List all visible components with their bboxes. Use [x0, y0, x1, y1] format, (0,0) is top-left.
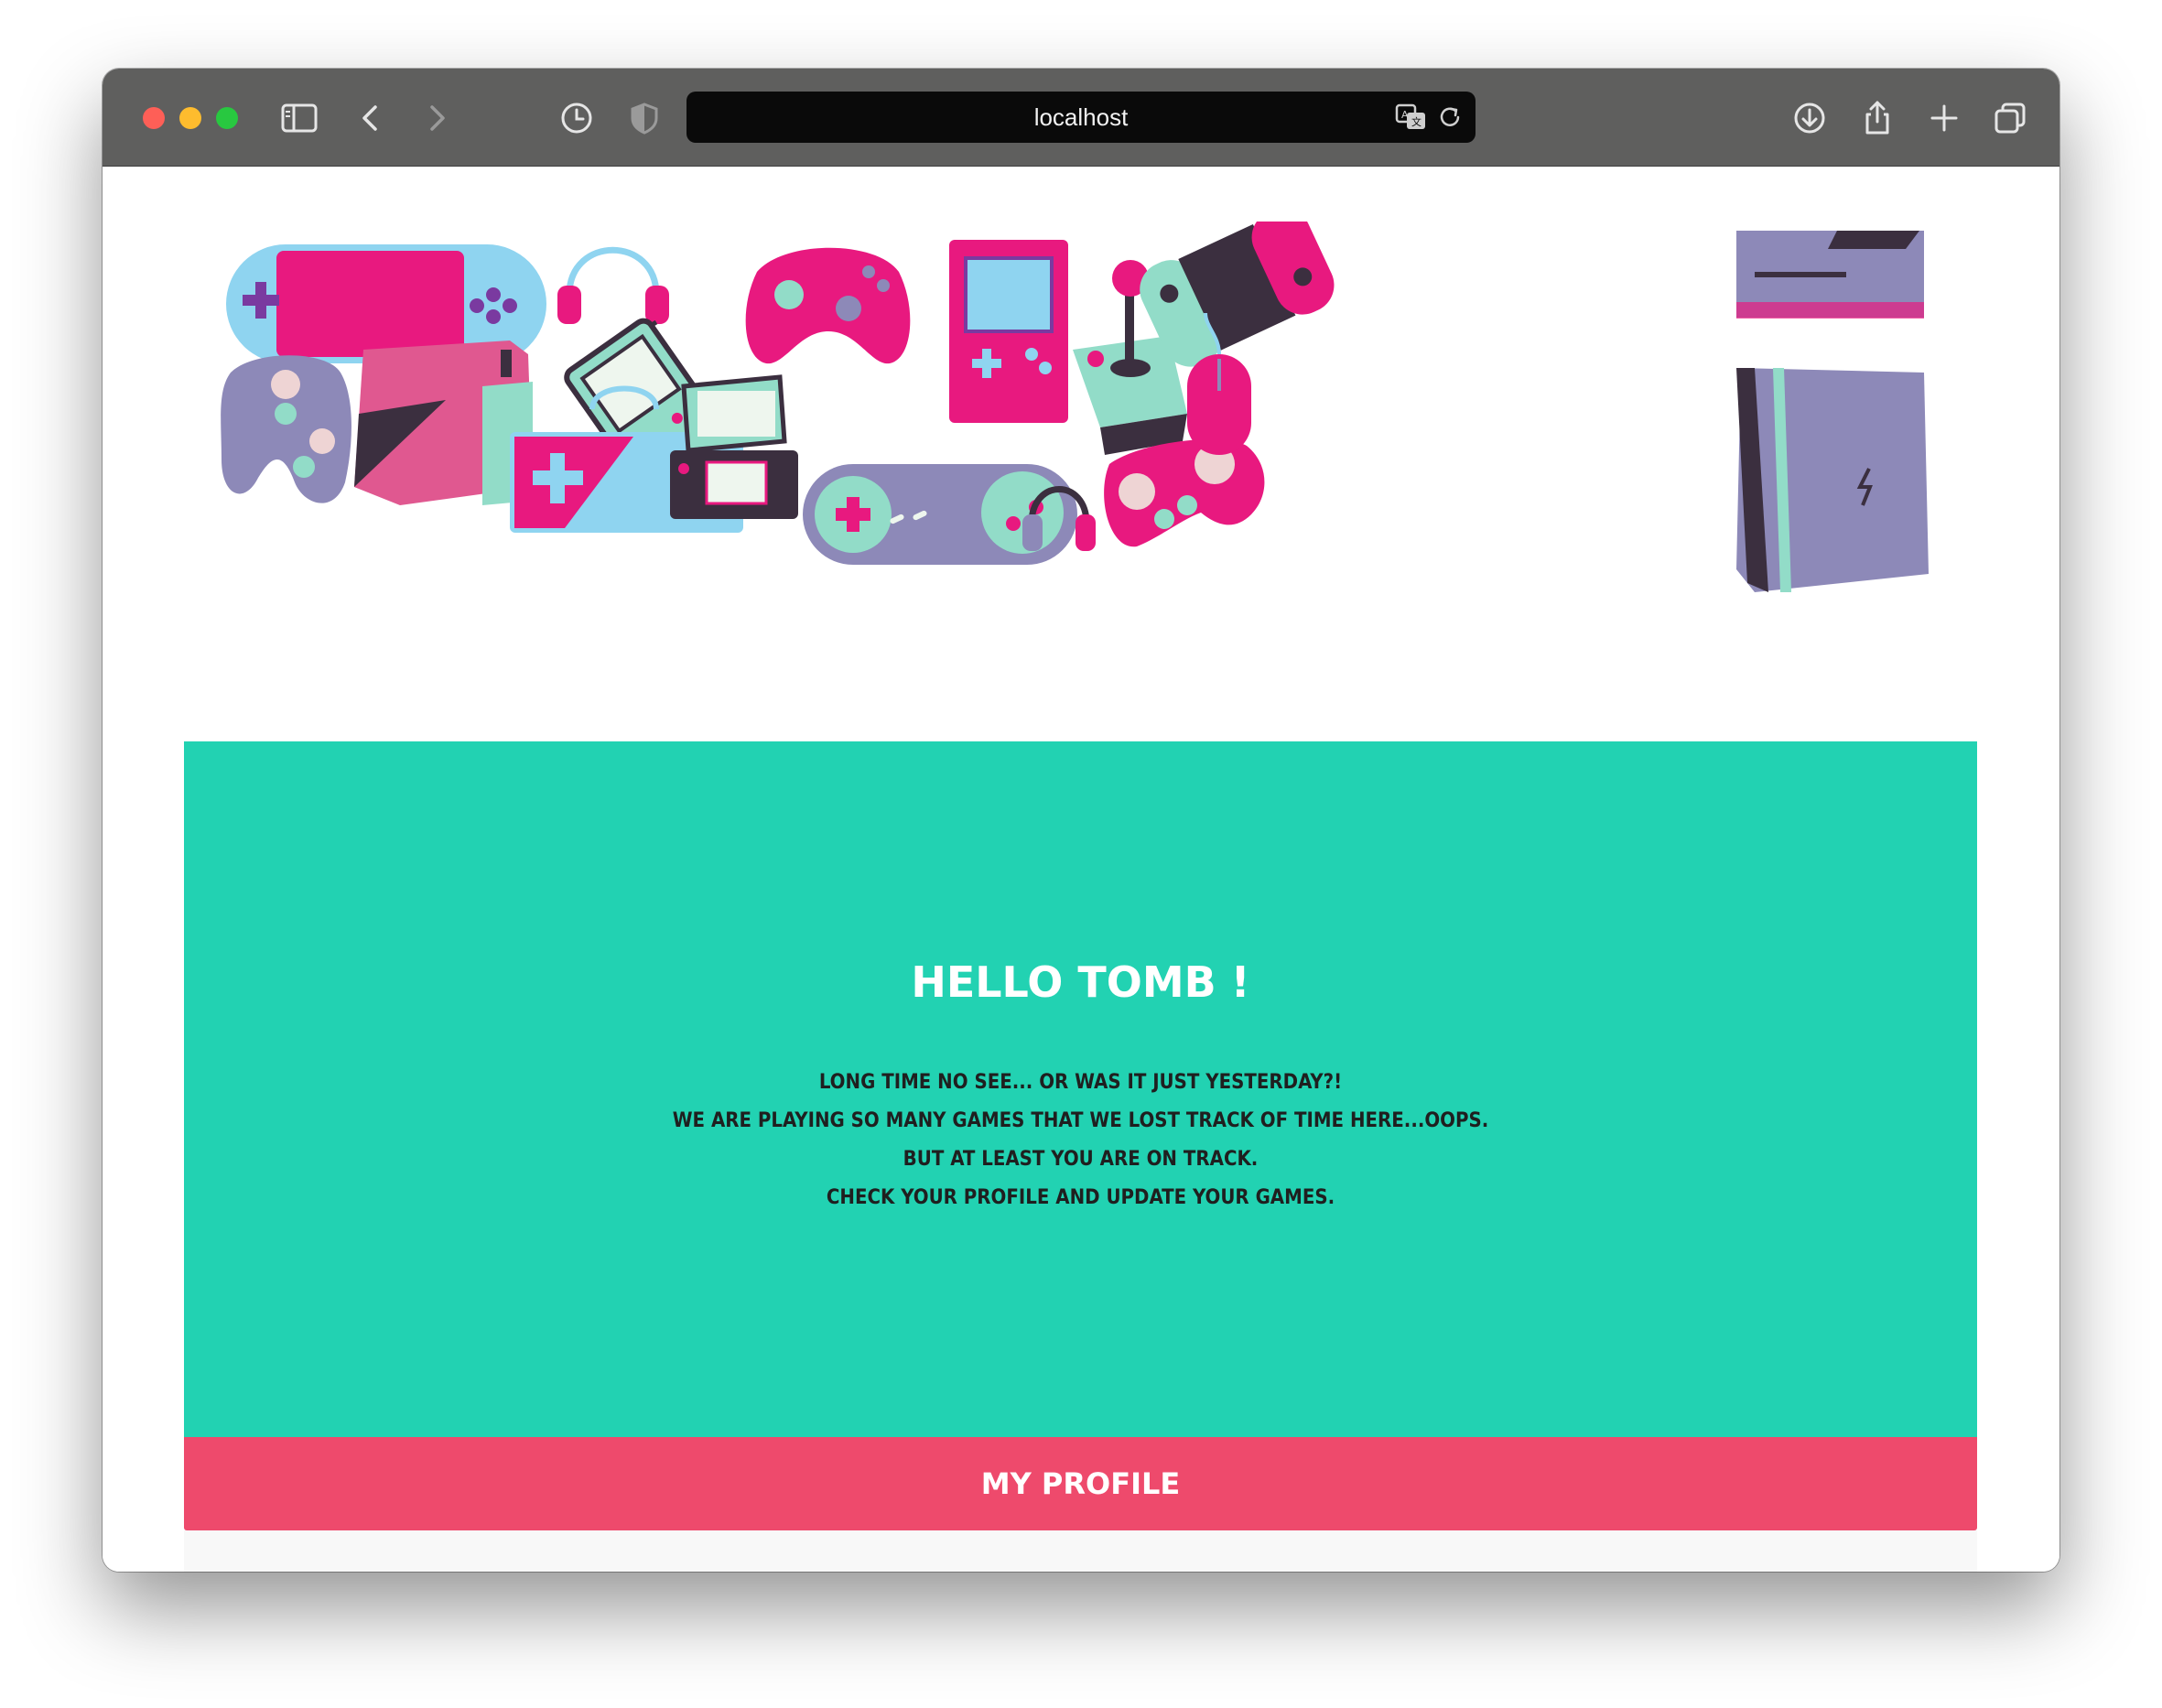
history-icon[interactable]	[555, 96, 599, 140]
back-icon[interactable]	[350, 96, 394, 140]
welcome-message: LONG TIME NO SEE... OR WAS IT JUST YESTE…	[184, 1064, 1977, 1217]
maximize-window-button[interactable]	[216, 107, 238, 129]
page-viewport: HELLO TOMB ! LONG TIME NO SEE... OR WAS …	[103, 167, 2059, 1572]
greeting-title: HELLO TOMB !	[911, 957, 1250, 1007]
svg-text:文: 文	[1411, 115, 1422, 128]
welcome-line: WE ARE PLAYING SO MANY GAMES THAT WE LOS…	[672, 1109, 1489, 1132]
browser-toolbar: localhost A文	[103, 69, 2059, 167]
url-text: localhost	[1033, 103, 1129, 131]
reload-icon[interactable]	[1432, 99, 1468, 135]
welcome-line: LONG TIME NO SEE... OR WAS IT JUST YESTE…	[818, 1071, 1343, 1094]
svg-text:A: A	[1401, 109, 1409, 121]
ds-handheld-icon	[670, 374, 798, 519]
minimize-window-button[interactable]	[179, 107, 201, 129]
console-box-icon	[354, 341, 533, 505]
gaming-devices-banner	[217, 222, 1929, 652]
download-icon[interactable]	[1788, 96, 1832, 140]
tabs-overview-icon[interactable]	[1988, 96, 2032, 140]
close-window-button[interactable]	[143, 107, 165, 129]
welcome-line: BUT AT LEAST YOU ARE ON TRACK.	[903, 1148, 1259, 1171]
forward-icon[interactable]	[414, 96, 458, 140]
share-icon[interactable]	[1855, 96, 1899, 140]
page-footer-area	[184, 1530, 1977, 1572]
gameboy-icon	[949, 240, 1068, 423]
welcome-panel: HELLO TOMB ! LONG TIME NO SEE... OR WAS …	[184, 741, 1977, 1437]
xbox-one-icon	[1736, 231, 1924, 319]
address-bar[interactable]: localhost A文	[686, 92, 1476, 143]
privacy-shield-icon[interactable]	[622, 96, 666, 140]
xbox-controller-icon	[745, 247, 911, 364]
ps4-controller-icon	[221, 355, 351, 503]
ps4-pro-icon	[1736, 368, 1929, 592]
browser-window: localhost A文 HELLO TOMB ! LONG TIME NO S…	[103, 69, 2059, 1572]
pink-controller-icon	[1104, 438, 1265, 547]
translate-icon[interactable]: A文	[1391, 97, 1432, 137]
new-tab-icon[interactable]	[1922, 96, 1966, 140]
my-profile-button[interactable]: MY PROFILE	[184, 1437, 1977, 1530]
welcome-line: CHECK YOUR PROFILE AND UPDATE YOUR GAMES…	[826, 1186, 1335, 1209]
sidebar-icon[interactable]	[277, 96, 321, 140]
